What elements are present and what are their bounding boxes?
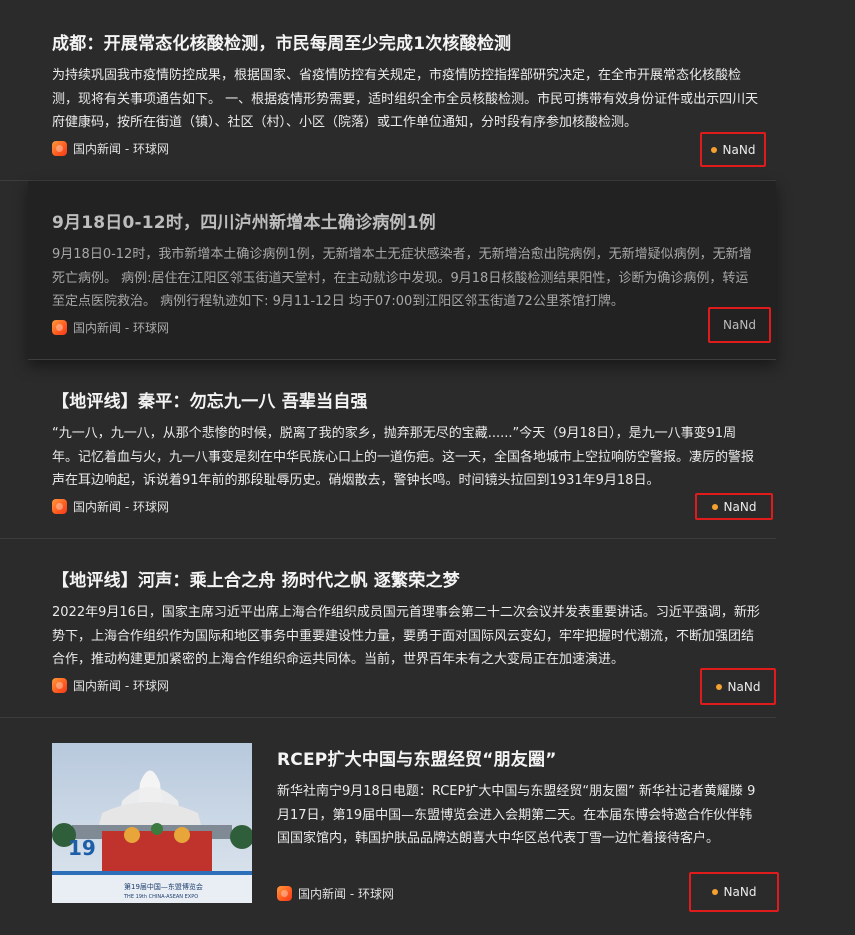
news-summary: 9月18日0-12时，我市新增本土确诊病例1例，无新增本土无症状感染者，无新增治… bbox=[52, 247, 752, 309]
badge-label: NaNd bbox=[722, 142, 756, 157]
news-source-label: 国内新闻 - 环球网 bbox=[298, 886, 394, 901]
news-source[interactable]: 国内新闻 - 环球网 bbox=[52, 318, 169, 336]
news-title[interactable]: 【地评线】秦平：勿忘九一八 吾辈当自强 bbox=[52, 387, 368, 412]
news-source-label: 国内新闻 - 环球网 bbox=[73, 678, 169, 693]
expo-photo-image: 19 第19届中国—东盟博览会 THE 19th CHINA-ASEAN EXP… bbox=[52, 743, 252, 903]
dot-icon bbox=[711, 889, 718, 895]
dot-icon bbox=[715, 683, 722, 690]
nand-badge: NaNd bbox=[700, 668, 776, 705]
news-title[interactable]: 【地评线】河声：乘上合之舟 扬时代之帆 逐繁荣之梦 bbox=[52, 566, 460, 591]
nand-badge: NaNd bbox=[695, 493, 773, 520]
news-source-label: 国内新闻 - 环球网 bbox=[73, 141, 169, 156]
dot-icon bbox=[711, 503, 718, 510]
huanqiu-logo-icon bbox=[52, 140, 67, 156]
news-title[interactable]: 成都：开展常态化核酸检测，市民每周至少完成1次核酸检测 bbox=[52, 29, 511, 54]
news-item[interactable]: 成都：开展常态化核酸检测，市民每周至少完成1次核酸检测 为持续巩固我市疫情防控成… bbox=[0, 0, 776, 181]
svg-text:19: 19 bbox=[68, 836, 96, 860]
news-source[interactable]: 国内新闻 - 环球网 bbox=[52, 139, 169, 157]
nand-badge: NaNd bbox=[708, 307, 771, 343]
huanqiu-logo-icon bbox=[277, 885, 292, 901]
news-thumbnail[interactable]: 19 第19届中国—东盟博览会 THE 19th CHINA-ASEAN EXP… bbox=[52, 743, 252, 903]
badge-label: NaNd bbox=[723, 499, 757, 514]
news-summary: 为持续巩固我市疫情防控成果，根据国家、省疫情防控有关规定，市疫情防控指挥部研究决… bbox=[52, 68, 759, 130]
badge-label: NaNd bbox=[727, 679, 761, 694]
news-item[interactable]: 【地评线】河声：乘上合之舟 扬时代之帆 逐繁荣之梦 2022年9月16日，国家主… bbox=[0, 539, 776, 718]
badge-label: NaNd bbox=[723, 885, 757, 899]
news-summary: 新华社南宁9月18日电题：RCEP扩大中国与东盟经贸“朋友圈” 新华社记者黄耀滕… bbox=[277, 784, 756, 846]
news-item-hovered[interactable]: 9月18日0-12时，四川泸州新增本土确诊病例1例 9月18日0-12时，我市新… bbox=[28, 181, 776, 360]
news-summary: “九一八，九一八，从那个悲惨的时候，脱离了我的家乡，抛弃那无尽的宝藏......… bbox=[52, 426, 755, 488]
news-source-label: 国内新闻 - 环球网 bbox=[73, 320, 169, 335]
huanqiu-logo-icon bbox=[52, 319, 67, 335]
news-feed: 成都：开展常态化核酸检测，市民每周至少完成1次核酸检测 为持续巩固我市疫情防控成… bbox=[0, 0, 779, 935]
news-item-with-image[interactable]: 19 第19届中国—东盟博览会 THE 19th CHINA-ASEAN EXP… bbox=[0, 718, 779, 935]
nand-badge: NaNd bbox=[700, 132, 766, 167]
news-title[interactable]: RCEP扩大中国与东盟经贸“朋友圈” bbox=[277, 745, 557, 770]
news-source[interactable]: 国内新闻 - 环球网 bbox=[277, 884, 394, 902]
huanqiu-logo-icon bbox=[52, 498, 67, 514]
news-summary: 2022年9月16日，国家主席习近平出席上海合作组织成员国元首理事会第二十二次会… bbox=[52, 605, 760, 667]
news-item[interactable]: 【地评线】秦平：勿忘九一八 吾辈当自强 “九一八，九一八，从那个悲惨的时候，脱离… bbox=[0, 360, 776, 539]
news-source[interactable]: 国内新闻 - 环球网 bbox=[52, 676, 169, 694]
news-source[interactable]: 国内新闻 - 环球网 bbox=[52, 497, 169, 515]
dot-icon bbox=[710, 146, 717, 153]
svg-text:THE 19th CHINA-ASEAN EXPO: THE 19th CHINA-ASEAN EXPO bbox=[123, 894, 198, 900]
news-title[interactable]: 9月18日0-12时，四川泸州新增本土确诊病例1例 bbox=[52, 208, 436, 233]
nand-badge: NaNd bbox=[689, 872, 779, 912]
huanqiu-logo-icon bbox=[52, 677, 67, 693]
svg-text:第19届中国—东盟博览会: 第19届中国—东盟博览会 bbox=[124, 882, 203, 891]
news-source-label: 国内新闻 - 环球网 bbox=[73, 499, 169, 514]
badge-label: NaNd bbox=[723, 318, 756, 332]
